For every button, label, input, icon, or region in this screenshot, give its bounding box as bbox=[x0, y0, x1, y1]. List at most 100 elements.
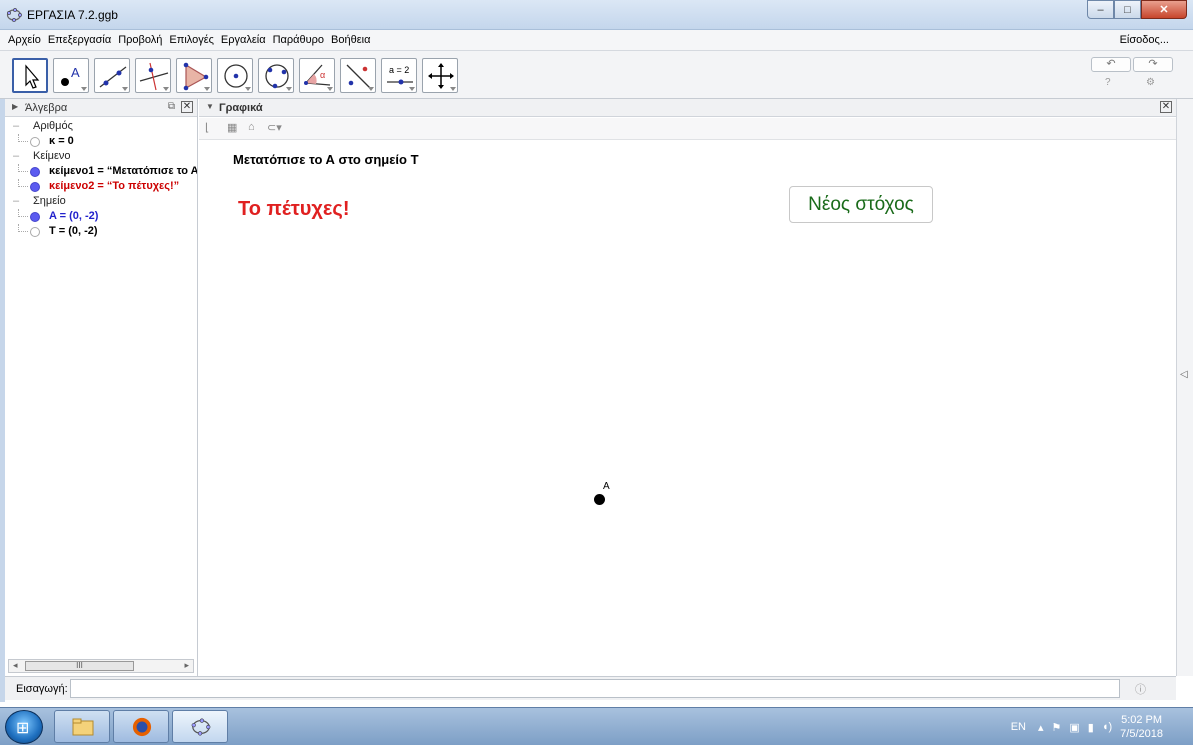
algebra-title: Άλγεβρα bbox=[25, 102, 68, 114]
volume-icon[interactable]: ◖) bbox=[1102, 721, 1112, 733]
input-help-icon[interactable]: ⓘ bbox=[1135, 681, 1146, 697]
perspectives-sidebar[interactable]: ◁ bbox=[1176, 99, 1193, 676]
algebra-item-text: T = (0, -2) bbox=[49, 225, 98, 237]
windows-logo-icon: ⊞ bbox=[16, 720, 30, 737]
taskbar-geogebra[interactable] bbox=[172, 710, 228, 743]
axes-toggle-icon[interactable]: ⌊ bbox=[205, 121, 209, 134]
action-center-icon[interactable]: ⚑ bbox=[1052, 721, 1062, 734]
login-link[interactable]: Είσοδος... bbox=[1120, 34, 1169, 46]
grid-toggle-icon[interactable]: ▦ bbox=[227, 121, 237, 134]
expand-arrow-icon[interactable]: ▶ bbox=[12, 102, 18, 111]
show-hidden-icons-icon[interactable]: ▴ bbox=[1038, 721, 1044, 734]
clock[interactable]: 5:02 PM 7/5/2018 bbox=[1120, 713, 1163, 741]
algebra-group-text[interactable]: – Κείμενο bbox=[5, 149, 197, 164]
firefox-icon bbox=[132, 717, 152, 737]
algebra-header: ▶ Άλγεβρα ⧉ ✕ bbox=[5, 99, 197, 117]
algebra-item-text: κείμενο2 = “Το πέτυχες!” bbox=[49, 180, 180, 192]
menu-window[interactable]: Παράθυρο bbox=[273, 34, 324, 46]
title-bar: ΕΡΓΑΣΙΑ 7.2.ggb – □ ✕ bbox=[0, 0, 1193, 30]
move-view-tool-button[interactable] bbox=[422, 58, 458, 93]
menu-tools[interactable]: Εργαλεία bbox=[221, 34, 266, 46]
group-label: Αριθμός bbox=[33, 120, 73, 132]
home-view-icon[interactable]: ⌂ bbox=[248, 121, 255, 133]
start-button[interactable]: ⊞ bbox=[5, 710, 43, 744]
help-icon[interactable]: ? bbox=[1105, 77, 1111, 88]
scrollbar-thumb[interactable]: III bbox=[25, 661, 134, 671]
arrow-cursor-icon bbox=[25, 64, 40, 89]
algebra-item-text: A = (0, -2) bbox=[49, 210, 99, 222]
algebra-group-number[interactable]: – Αριθμός bbox=[5, 119, 197, 134]
svg-text:A: A bbox=[71, 65, 80, 80]
group-label: Κείμενο bbox=[33, 150, 71, 162]
visibility-toggle[interactable] bbox=[30, 167, 40, 177]
group-label: Σημείο bbox=[33, 195, 66, 207]
visibility-toggle[interactable] bbox=[30, 182, 40, 192]
undock-icon[interactable]: ⧉ bbox=[168, 101, 175, 112]
input-label: Εισαγωγή: bbox=[16, 683, 68, 695]
visibility-toggle[interactable] bbox=[30, 227, 40, 237]
slider-tool-button[interactable]: a = 2 bbox=[381, 58, 417, 93]
menu-file[interactable]: Αρχείο bbox=[8, 34, 41, 46]
new-target-button[interactable]: Νέος στόχος bbox=[789, 186, 933, 223]
undo-button[interactable]: ↶ bbox=[1091, 57, 1131, 72]
language-indicator[interactable]: EN bbox=[1011, 721, 1026, 733]
graphics-view: ▼ Γραφικά ✕ ⌊ ▦ ⌂ ⊂▾ Μετατόπισε το Α στο… bbox=[199, 99, 1176, 676]
close-graphics-icon[interactable]: ✕ bbox=[1160, 101, 1172, 113]
algebra-item-text: κείμενο1 = “Μετατόπισε το Α bbox=[49, 165, 197, 177]
algebra-tree: – Αριθμός κ = 0 – Κείμενο κείμενο1 = “Μετα… bbox=[5, 119, 197, 239]
graphics-title: Γραφικά bbox=[219, 102, 263, 114]
geogebra-icon bbox=[191, 718, 211, 736]
close-button[interactable]: ✕ bbox=[1141, 0, 1187, 19]
menu-edit[interactable]: Επεξεργασία bbox=[48, 34, 111, 46]
line-tool-button[interactable] bbox=[94, 58, 130, 93]
toolbar: A α a = 2 ↶ ↷ ? ⚙ bbox=[0, 51, 1193, 99]
maximize-button[interactable]: □ bbox=[1114, 0, 1141, 19]
input-field[interactable] bbox=[70, 679, 1120, 698]
menu-view[interactable]: Προβολή bbox=[118, 34, 162, 46]
circle-three-points-tool-button[interactable] bbox=[258, 58, 294, 93]
angle-tool-button[interactable]: α bbox=[299, 58, 335, 93]
graphics-canvas[interactable]: Μετατόπισε το Α στο σημείο Τ Το πέτυχες!… bbox=[199, 140, 1176, 676]
visibility-toggle[interactable] bbox=[30, 212, 40, 222]
network-icon[interactable]: ▮ bbox=[1088, 721, 1094, 734]
algebra-view: ▶ Άλγεβρα ⧉ ✕ – Αριθμός κ = 0 – Κείμενο κε… bbox=[5, 99, 198, 676]
system-tray: EN ▴ ⚑ ▣ ▮ ◖) 5:02 PM 7/5/2018 bbox=[1011, 708, 1193, 745]
point-a[interactable] bbox=[594, 494, 605, 505]
reflect-tool-button[interactable] bbox=[340, 58, 376, 93]
menu-options[interactable]: Επιλογές bbox=[169, 34, 214, 46]
point-tool-button[interactable]: A bbox=[53, 58, 89, 93]
algebra-group-point[interactable]: – Σημείο bbox=[5, 194, 197, 209]
instruction-text: Μετατόπισε το Α στο σημείο Τ bbox=[233, 152, 419, 167]
expand-sidebar-icon[interactable]: ◁ bbox=[1180, 369, 1188, 380]
algebra-item-text2[interactable]: κείμενο2 = “Το πέτυχες!” bbox=[5, 179, 197, 194]
graphics-header: ▼ Γραφικά ✕ bbox=[199, 99, 1176, 117]
minimize-button[interactable]: – bbox=[1087, 0, 1114, 19]
scroll-left-icon[interactable]: ◂ bbox=[13, 660, 18, 671]
success-text: Το πέτυχες! bbox=[238, 198, 350, 220]
perpendicular-tool-button[interactable] bbox=[135, 58, 171, 93]
device-icon[interactable]: ▣ bbox=[1069, 721, 1079, 734]
algebra-item-text1[interactable]: κείμενο1 = “Μετατόπισε το Α bbox=[5, 164, 197, 179]
algebra-item-A[interactable]: A = (0, -2) bbox=[5, 209, 197, 224]
close-algebra-icon[interactable]: ✕ bbox=[181, 101, 193, 113]
algebra-item-k[interactable]: κ = 0 bbox=[5, 134, 197, 149]
menu-help[interactable]: Βοήθεια bbox=[331, 34, 370, 46]
taskbar: ⊞ EN ▴ ⚑ ▣ ▮ ◖) 5:02 PM 7/5/2018 bbox=[0, 707, 1193, 745]
point-capturing-icon[interactable]: ⊂▾ bbox=[267, 121, 282, 134]
point-a-label: A bbox=[603, 481, 610, 492]
collapse-arrow-icon[interactable]: ▼ bbox=[206, 102, 214, 111]
window-title: ΕΡΓΑΣΙΑ 7.2.ggb bbox=[27, 8, 118, 22]
move-tool-button[interactable] bbox=[12, 58, 48, 93]
polygon-tool-button[interactable] bbox=[176, 58, 212, 93]
taskbar-firefox[interactable] bbox=[113, 710, 169, 743]
visibility-toggle[interactable] bbox=[30, 137, 40, 147]
circle-tool-button[interactable] bbox=[217, 58, 253, 93]
folder-icon bbox=[72, 718, 94, 736]
scroll-right-icon[interactable]: ▸ bbox=[184, 660, 189, 671]
algebra-horizontal-scrollbar[interactable]: ◂ III ▸ bbox=[8, 659, 194, 673]
redo-button[interactable]: ↷ bbox=[1133, 57, 1173, 72]
taskbar-explorer[interactable] bbox=[54, 710, 110, 743]
algebra-item-T[interactable]: T = (0, -2) bbox=[5, 224, 197, 239]
geogebra-logo-icon bbox=[6, 8, 22, 22]
settings-gear-icon[interactable]: ⚙ bbox=[1146, 77, 1155, 88]
